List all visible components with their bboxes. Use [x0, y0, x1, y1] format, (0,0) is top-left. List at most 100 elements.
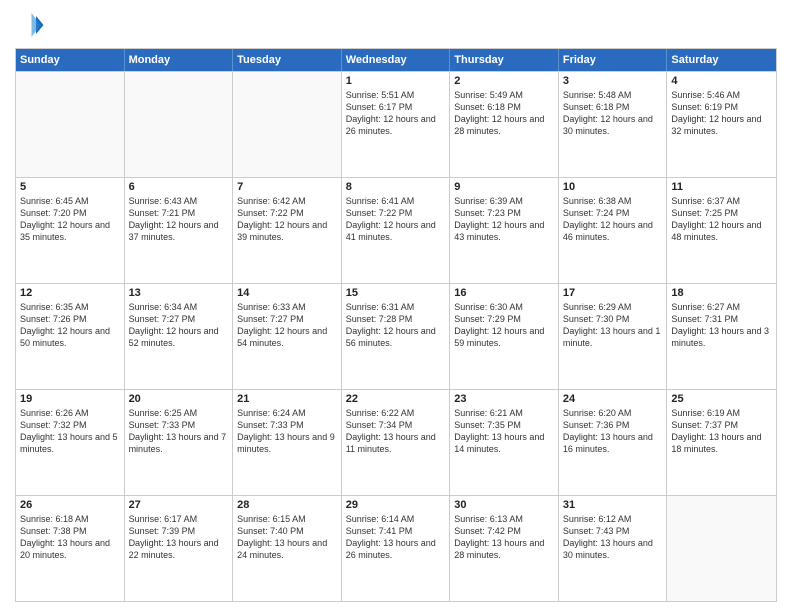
cal-cell: 11Sunrise: 6:37 AM Sunset: 7:25 PM Dayli… [667, 178, 776, 283]
header-day-tuesday: Tuesday [233, 49, 342, 71]
header-day-monday: Monday [125, 49, 234, 71]
cal-cell: 25 Sunrise: 6:19 AM Sunset: 7:37 PM Dayli… [667, 390, 776, 495]
day-number: 27 [129, 499, 229, 511]
cal-cell: 26Sunrise: 6:18 AM Sunset: 7:38 PM Dayli… [16, 496, 125, 601]
header-day-wednesday: Wednesday [342, 49, 451, 71]
calendar-header: SundayMondayTuesdayWednesdayThursdayFrid… [16, 49, 776, 71]
cell-info: Sunrise: 6:38 AM Sunset: 7:24 PM Dayligh… [563, 195, 663, 244]
cal-cell: 17Sunrise: 6:29 AM Sunset: 7:30 PM Dayli… [559, 284, 668, 389]
cell-info: Sunrise: 5:48 AM Sunset: 6:18 PM Dayligh… [563, 89, 663, 138]
header-day-saturday: Saturday [667, 49, 776, 71]
cal-cell: 13 Sunrise: 6:34 AM Sunset: 7:27 PM Dayli… [125, 284, 234, 389]
cal-row-1: 5 Sunrise: 6:45 AM Sunset: 7:20 PM Daylig… [16, 177, 776, 283]
cell-info: Sunrise: 6:24 AM Sunset: 7:33 PM Dayligh… [237, 407, 337, 456]
logo [15, 10, 49, 40]
calendar: SundayMondayTuesdayWednesdayThursdayFrid… [15, 48, 777, 602]
cell-info: Sunrise: 6:12 AM Sunset: 7:43 PM Dayligh… [563, 513, 663, 562]
cal-cell [16, 72, 125, 177]
cal-cell: 29 Sunrise: 6:14 AM Sunset: 7:41 PM Dayli… [342, 496, 451, 601]
cell-info: Sunrise: 6:17 AM Sunset: 7:39 PM Dayligh… [129, 513, 229, 562]
cal-row-0: 1 Sunrise: 5:51 AM Sunset: 6:17 PM Daylig… [16, 71, 776, 177]
day-number: 5 [20, 181, 120, 193]
cal-cell: 4 Sunrise: 5:46 AM Sunset: 6:19 PM Daylig… [667, 72, 776, 177]
cell-info: Sunrise: 6:30 AM Sunset: 7:29 PM Dayligh… [454, 301, 554, 350]
cal-row-4: 26Sunrise: 6:18 AM Sunset: 7:38 PM Dayli… [16, 495, 776, 601]
logo-icon [15, 10, 45, 40]
cal-cell [667, 496, 776, 601]
cell-info: Sunrise: 6:18 AM Sunset: 7:38 PM Dayligh… [20, 513, 120, 562]
cell-info: Sunrise: 5:46 AM Sunset: 6:19 PM Dayligh… [671, 89, 772, 138]
cell-info: Sunrise: 6:26 AM Sunset: 7:32 PM Dayligh… [20, 407, 120, 456]
day-number: 10 [563, 181, 663, 193]
cell-info: Sunrise: 6:45 AM Sunset: 7:20 PM Dayligh… [20, 195, 120, 244]
day-number: 14 [237, 287, 337, 299]
cell-info: Sunrise: 6:15 AM Sunset: 7:40 PM Dayligh… [237, 513, 337, 562]
cell-info: Sunrise: 6:37 AM Sunset: 7:25 PM Dayligh… [671, 195, 772, 244]
day-number: 23 [454, 393, 554, 405]
day-number: 4 [671, 75, 772, 87]
day-number: 17 [563, 287, 663, 299]
day-number: 8 [346, 181, 446, 193]
cell-info: Sunrise: 6:20 AM Sunset: 7:36 PM Dayligh… [563, 407, 663, 456]
day-number: 25 [671, 393, 772, 405]
cell-info: Sunrise: 6:19 AM Sunset: 7:37 PM Dayligh… [671, 407, 772, 456]
cell-info: Sunrise: 6:42 AM Sunset: 7:22 PM Dayligh… [237, 195, 337, 244]
cell-info: Sunrise: 5:49 AM Sunset: 6:18 PM Dayligh… [454, 89, 554, 138]
cal-cell: 1 Sunrise: 5:51 AM Sunset: 6:17 PM Daylig… [342, 72, 451, 177]
cal-cell: 20Sunrise: 6:25 AM Sunset: 7:33 PM Dayli… [125, 390, 234, 495]
day-number: 15 [346, 287, 446, 299]
cell-info: Sunrise: 6:35 AM Sunset: 7:26 PM Dayligh… [20, 301, 120, 350]
day-number: 7 [237, 181, 337, 193]
calendar-body: 1 Sunrise: 5:51 AM Sunset: 6:17 PM Daylig… [16, 71, 776, 601]
cal-cell: 30Sunrise: 6:13 AM Sunset: 7:42 PM Dayli… [450, 496, 559, 601]
cal-cell: 24 Sunrise: 6:20 AM Sunset: 7:36 PM Dayli… [559, 390, 668, 495]
cal-cell: 15 Sunrise: 6:31 AM Sunset: 7:28 PM Dayli… [342, 284, 451, 389]
cell-info: Sunrise: 6:39 AM Sunset: 7:23 PM Dayligh… [454, 195, 554, 244]
cal-cell: 28Sunrise: 6:15 AM Sunset: 7:40 PM Dayli… [233, 496, 342, 601]
cal-cell: 8 Sunrise: 6:41 AM Sunset: 7:22 PM Daylig… [342, 178, 451, 283]
header-day-thursday: Thursday [450, 49, 559, 71]
cal-cell: 9 Sunrise: 6:39 AM Sunset: 7:23 PM Daylig… [450, 178, 559, 283]
cal-cell: 12 Sunrise: 6:35 AM Sunset: 7:26 PM Dayli… [16, 284, 125, 389]
cell-info: Sunrise: 6:34 AM Sunset: 7:27 PM Dayligh… [129, 301, 229, 350]
cal-cell: 14Sunrise: 6:33 AM Sunset: 7:27 PM Dayli… [233, 284, 342, 389]
cal-cell: 3 Sunrise: 5:48 AM Sunset: 6:18 PM Daylig… [559, 72, 668, 177]
cal-cell [125, 72, 234, 177]
cal-cell: 18Sunrise: 6:27 AM Sunset: 7:31 PM Dayli… [667, 284, 776, 389]
cal-cell: 31 Sunrise: 6:12 AM Sunset: 7:43 PM Dayli… [559, 496, 668, 601]
cal-cell: 22 Sunrise: 6:22 AM Sunset: 7:34 PM Dayli… [342, 390, 451, 495]
cal-cell: 2Sunrise: 5:49 AM Sunset: 6:18 PM Daylig… [450, 72, 559, 177]
day-number: 19 [20, 393, 120, 405]
day-number: 30 [454, 499, 554, 511]
cal-cell: 27 Sunrise: 6:17 AM Sunset: 7:39 PM Dayli… [125, 496, 234, 601]
day-number: 18 [671, 287, 772, 299]
cell-info: Sunrise: 6:31 AM Sunset: 7:28 PM Dayligh… [346, 301, 446, 350]
page: SundayMondayTuesdayWednesdayThursdayFrid… [0, 0, 792, 612]
day-number: 9 [454, 181, 554, 193]
day-number: 12 [20, 287, 120, 299]
day-number: 24 [563, 393, 663, 405]
day-number: 1 [346, 75, 446, 87]
header-day-friday: Friday [559, 49, 668, 71]
cell-info: Sunrise: 5:51 AM Sunset: 6:17 PM Dayligh… [346, 89, 446, 138]
cal-row-3: 19 Sunrise: 6:26 AM Sunset: 7:32 PM Dayli… [16, 389, 776, 495]
cell-info: Sunrise: 6:22 AM Sunset: 7:34 PM Dayligh… [346, 407, 446, 456]
cal-cell: 23 Sunrise: 6:21 AM Sunset: 7:35 PM Dayli… [450, 390, 559, 495]
header [15, 10, 777, 40]
day-number: 31 [563, 499, 663, 511]
cal-row-2: 12 Sunrise: 6:35 AM Sunset: 7:26 PM Dayli… [16, 283, 776, 389]
cal-cell: 16 Sunrise: 6:30 AM Sunset: 7:29 PM Dayli… [450, 284, 559, 389]
cal-cell: 21Sunrise: 6:24 AM Sunset: 7:33 PM Dayli… [233, 390, 342, 495]
day-number: 29 [346, 499, 446, 511]
cal-cell: 19 Sunrise: 6:26 AM Sunset: 7:32 PM Dayli… [16, 390, 125, 495]
cell-info: Sunrise: 6:21 AM Sunset: 7:35 PM Dayligh… [454, 407, 554, 456]
cell-info: Sunrise: 6:25 AM Sunset: 7:33 PM Dayligh… [129, 407, 229, 456]
day-number: 22 [346, 393, 446, 405]
cell-info: Sunrise: 6:41 AM Sunset: 7:22 PM Dayligh… [346, 195, 446, 244]
cell-info: Sunrise: 6:14 AM Sunset: 7:41 PM Dayligh… [346, 513, 446, 562]
cal-cell: 6Sunrise: 6:43 AM Sunset: 7:21 PM Daylig… [125, 178, 234, 283]
day-number: 3 [563, 75, 663, 87]
cal-cell: 5 Sunrise: 6:45 AM Sunset: 7:20 PM Daylig… [16, 178, 125, 283]
day-number: 13 [129, 287, 229, 299]
day-number: 16 [454, 287, 554, 299]
